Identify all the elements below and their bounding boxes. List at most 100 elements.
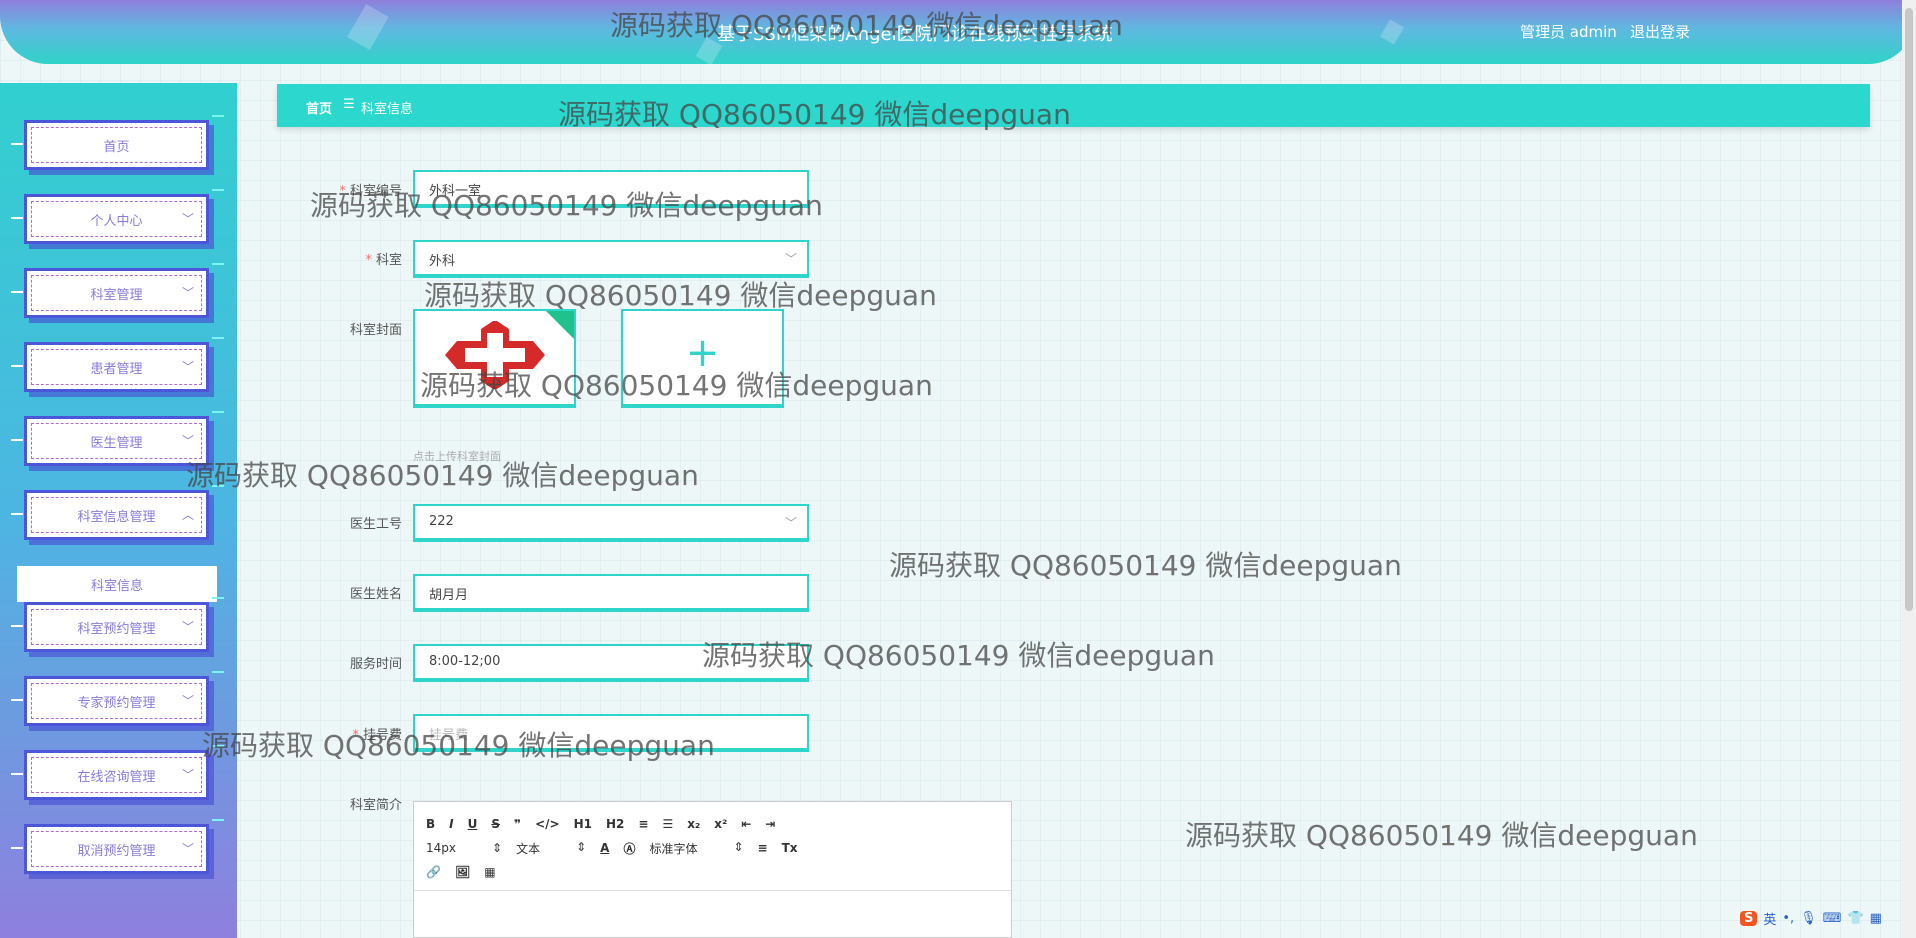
dept-select[interactable]: 外科 ﹀ (413, 240, 809, 276)
sidebar-item-label: 专家预约管理 (77, 695, 156, 711)
editor-toolbar-row: 🔗 🖼 ▦ (426, 862, 496, 882)
sidebar-item-label: 科室管理 (90, 287, 143, 303)
sidebar-item-home[interactable]: 首页 (11, 115, 224, 170)
keyboard-icon[interactable]: ⌨ (1823, 911, 1842, 926)
heading2-icon[interactable]: H2 (606, 817, 624, 831)
editor-toolbar-row: 14px ⇕ 文本 ⇕ A Ⓐ 标准字体 ⇕ ≡ Tx (426, 838, 798, 858)
dept-no-input[interactable]: 外科一室 (413, 170, 809, 206)
rich-text-editor[interactable]: B I U S ❞ </> H1 H2 ≡ ☰ x₂ x² ⇤ ⇥ 14px ⇕ … (413, 801, 1012, 938)
ime-punctuation-icon[interactable]: •, (1782, 911, 1794, 926)
page-scrollbar[interactable] (1902, 0, 1916, 938)
code-icon[interactable]: </> (535, 817, 560, 831)
label-dept-no: * 科室编号 (339, 184, 402, 199)
sidebar-item-doctor-management[interactable]: 医生管理 ﹀ (11, 411, 224, 466)
clear-format-icon[interactable]: Tx (782, 841, 798, 855)
doctor-name-input[interactable]: 胡月月 (413, 574, 809, 610)
sidebar-item-online-consult[interactable]: 在线咨询管理 ﹀ (11, 745, 224, 800)
italic-icon[interactable]: I (449, 817, 453, 831)
label-cover: 科室封面 (349, 323, 402, 338)
sidebar-item-label: 取消预约管理 (77, 843, 156, 859)
sidebar-item-label: 首页 (103, 139, 130, 155)
chevron-up-icon: ︿ (181, 508, 194, 522)
font-size-select[interactable]: 14px ⇕ (426, 841, 502, 855)
microphone-icon[interactable]: 🎙 (1800, 911, 1817, 926)
chevron-down-icon: ﹀ (784, 516, 797, 530)
current-user: 管理员 admin (1520, 23, 1617, 41)
text-type-select[interactable]: 文本 ⇕ (516, 840, 586, 857)
sidebar-item-label: 医生管理 (90, 435, 143, 451)
editor-content[interactable] (414, 890, 1011, 937)
label-doctor-no: 医生工号 (349, 517, 402, 532)
success-corner-icon (546, 311, 574, 339)
skin-icon[interactable]: 👕 (1847, 911, 1863, 926)
sidebar-item-label: 患者管理 (90, 361, 143, 377)
image-icon[interactable]: 🖼 (455, 865, 470, 879)
upload-tip: 点击上传科室封面 (413, 450, 501, 463)
bullet-list-icon[interactable]: ☰ (662, 817, 673, 831)
font-color-icon[interactable]: A (600, 841, 609, 855)
plus-icon: + (685, 330, 720, 376)
label-intro: 科室简介 (349, 798, 402, 813)
sidebar-item-patient-management[interactable]: 患者管理 ﹀ (11, 337, 224, 392)
sidebar-item-label: 个人中心 (90, 213, 143, 229)
chevron-down-icon: ﹀ (181, 286, 194, 300)
scrollbar-thumb[interactable] (1905, 8, 1913, 611)
sidebar-item-profile[interactable]: 个人中心 ﹀ (11, 189, 224, 244)
chevron-down-icon: ﹀ (181, 694, 194, 708)
label-fee: * 挂号费 (352, 728, 402, 743)
breadcrumb: 首页 ☰ 科室信息 (277, 84, 1870, 127)
breadcrumb-home[interactable]: 首页 (306, 98, 332, 117)
cover-image-preview[interactable] (413, 309, 576, 406)
cover-upload-button[interactable]: + (621, 309, 784, 406)
sidebar-subitem-dept-info[interactable]: 科室信息 (17, 566, 217, 602)
sidebar-item-cancel-appointment[interactable]: 取消预约管理 ﹀ (11, 819, 224, 874)
ordered-list-icon[interactable]: ≡ (638, 817, 648, 831)
chevron-down-icon: ﹀ (784, 252, 797, 266)
header-decoration (347, 4, 389, 50)
logout-link[interactable]: 退出登录 (1630, 21, 1690, 42)
sidebar-item-label: 在线咨询管理 (77, 769, 156, 785)
sidebar-item-dept-management[interactable]: 科室管理 ﹀ (11, 263, 224, 318)
font-family-select[interactable]: 标准字体 ⇕ (649, 840, 743, 857)
indent-icon[interactable]: ⇥ (765, 817, 775, 831)
top-header: 基于SSM框架的Angel医院门诊在线预约挂号系统 管理员 admin 退出登录 (0, 0, 1916, 64)
strike-icon[interactable]: S (491, 817, 500, 831)
label-dept: * 科室 (365, 253, 402, 268)
outdent-icon[interactable]: ⇤ (741, 817, 751, 831)
chevron-down-icon: ﹀ (181, 768, 194, 782)
ime-toolbar[interactable]: S 英 •, 🎙 ⌨ 👕 ▦ (1740, 909, 1882, 928)
bold-icon[interactable]: B (426, 817, 435, 831)
sidebar-item-label: 科室预约管理 (77, 621, 156, 637)
sidebar-item-dept-appointment[interactable]: 科室预约管理 ﹀ (11, 597, 224, 652)
sogou-ime-icon[interactable]: S (1740, 911, 1758, 926)
chevron-down-icon: ﹀ (181, 360, 194, 374)
ime-language[interactable]: 英 (1763, 909, 1776, 928)
sidebar-item-label: 科室信息管理 (77, 509, 156, 525)
sidebar-item-dept-info-management[interactable]: 科室信息管理 ︿ (11, 485, 224, 540)
heading1-icon[interactable]: H1 (574, 817, 592, 831)
subscript-icon[interactable]: x₂ (687, 817, 700, 831)
fee-input[interactable]: 挂号费 (413, 714, 809, 750)
watermark: 源码获取 QQ86050149 微信deepguan (424, 279, 937, 312)
chevron-down-icon: ﹀ (181, 434, 194, 448)
header-decoration (1380, 19, 1404, 45)
background-color-icon[interactable]: Ⓐ (623, 840, 635, 857)
underline-icon[interactable]: U (468, 817, 478, 831)
chevron-down-icon: ﹀ (181, 620, 194, 634)
watermark: 源码获取 QQ86050149 微信deepguan (889, 549, 1402, 582)
toolbox-icon[interactable]: ▦ (1870, 911, 1882, 926)
chevron-down-icon: ﹀ (181, 842, 194, 856)
superscript-icon[interactable]: x² (714, 817, 727, 831)
quote-icon[interactable]: ❞ (514, 817, 521, 831)
label-service-time: 服务时间 (349, 657, 402, 672)
watermark: 源码获取 QQ86050149 微信deepguan (1185, 819, 1698, 852)
service-time-input[interactable]: 8:00-12;00 (413, 644, 809, 680)
doctor-no-select[interactable]: 222 ﹀ (413, 504, 809, 540)
link-icon[interactable]: 🔗 (426, 865, 441, 879)
chevron-down-icon: ﹀ (181, 212, 194, 226)
system-title: 基于SSM框架的Angel医院门诊在线预约挂号系统 (717, 24, 1113, 45)
label-doctor-name: 医生姓名 (349, 587, 402, 602)
video-icon[interactable]: ▦ (484, 865, 495, 879)
sidebar-item-expert-appointment[interactable]: 专家预约管理 ﹀ (11, 671, 224, 726)
align-icon[interactable]: ≡ (758, 841, 768, 855)
